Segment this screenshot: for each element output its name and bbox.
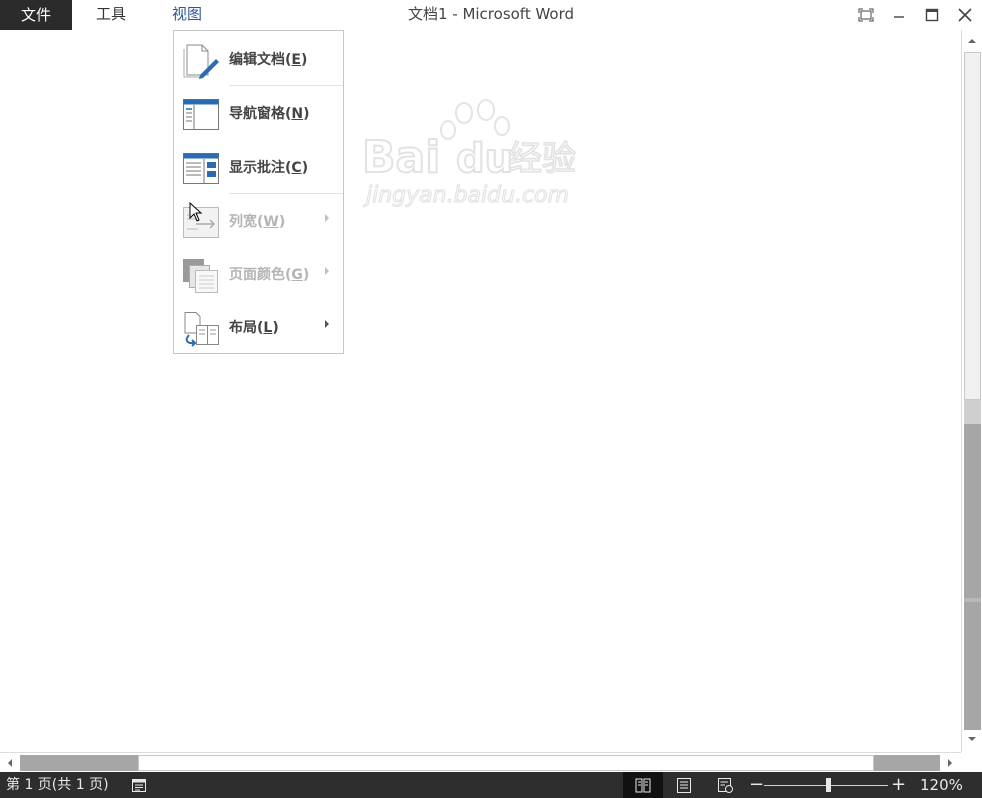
minimize-button[interactable] bbox=[888, 4, 910, 26]
zoom-out-button[interactable]: − bbox=[749, 772, 764, 798]
menu-separator bbox=[229, 193, 343, 194]
horizontal-scrollbar[interactable] bbox=[0, 752, 961, 772]
scroll-thumb[interactable] bbox=[138, 755, 874, 771]
web-layout-button[interactable] bbox=[705, 772, 745, 798]
maximize-icon bbox=[925, 8, 939, 22]
baidu-watermark-logo: Bai du 经验 jingyan.baidu.com bbox=[361, 99, 577, 209]
submenu-arrow-icon bbox=[325, 320, 329, 328]
zoom-in-button[interactable]: + bbox=[891, 772, 906, 798]
minimize-icon bbox=[894, 16, 904, 18]
read-mode-button[interactable] bbox=[623, 772, 663, 798]
menu-item-edit-document[interactable]: 编辑文档(E) bbox=[174, 34, 343, 84]
fullscreen-button[interactable] bbox=[855, 4, 877, 26]
status-bar: 第 1 页(共 1 页) − + 120% bbox=[0, 772, 982, 798]
scroll-track-segment bbox=[964, 598, 981, 602]
scroll-down-button[interactable] bbox=[963, 730, 981, 748]
navigation-pane-icon bbox=[183, 99, 219, 130]
mouse-cursor-icon bbox=[189, 202, 203, 222]
arrow-left-icon bbox=[8, 759, 12, 767]
print-layout-icon bbox=[677, 778, 691, 793]
submenu-arrow-icon bbox=[325, 267, 329, 275]
svg-text:经验: 经验 bbox=[508, 139, 576, 179]
view-menu-dropdown: 编辑文档(E) 导航窗格(N) 显示批注(C) 列宽(W) 页面颜色(G) 布局… bbox=[173, 30, 344, 354]
zoom-slider-thumb[interactable] bbox=[826, 778, 831, 792]
word-count-icon[interactable] bbox=[131, 777, 147, 793]
svg-text:du: du bbox=[456, 136, 513, 182]
menu-item-label: 编辑文档(E) bbox=[229, 52, 308, 68]
window-title: 文档1 - Microsoft Word bbox=[407, 5, 575, 23]
fullscreen-icon bbox=[858, 8, 874, 22]
submenu-arrow-icon bbox=[325, 214, 329, 222]
scroll-left-button[interactable] bbox=[1, 754, 19, 772]
edit-document-icon bbox=[183, 44, 219, 79]
svg-text:jingyan.baidu.com: jingyan.baidu.com bbox=[363, 183, 569, 208]
svg-text:Bai: Bai bbox=[362, 132, 440, 183]
page-count[interactable]: 第 1 页(共 1 页) bbox=[6, 772, 109, 798]
menu-item-layout[interactable]: 布局(L) bbox=[174, 302, 343, 352]
print-layout-button[interactable] bbox=[664, 772, 704, 798]
menu-item-show-comments[interactable]: 显示批注(C) bbox=[174, 142, 343, 192]
arrow-right-icon bbox=[948, 759, 952, 767]
menu-view[interactable]: 视图 bbox=[172, 0, 202, 30]
arrow-up-icon bbox=[968, 39, 976, 43]
web-layout-icon bbox=[718, 778, 733, 793]
menu-item-label: 布局(L) bbox=[229, 320, 279, 336]
menu-separator bbox=[229, 85, 343, 86]
maximize-button[interactable] bbox=[921, 4, 943, 26]
show-comments-icon bbox=[183, 153, 219, 184]
read-mode-icon bbox=[635, 778, 651, 793]
scroll-track-segment bbox=[964, 400, 981, 424]
zoom-level[interactable]: 120% bbox=[920, 772, 963, 798]
arrow-down-icon bbox=[968, 737, 976, 741]
scroll-up-button[interactable] bbox=[963, 32, 981, 50]
vertical-scrollbar[interactable] bbox=[961, 30, 982, 752]
menu-item-page-color[interactable]: 页面颜色(G) bbox=[174, 249, 343, 299]
menu-item-label: 显示批注(C) bbox=[229, 160, 309, 176]
menu-bar: 文件 工具 视图 文档1 - Microsoft Word bbox=[0, 0, 982, 30]
menu-item-navigation-pane[interactable]: 导航窗格(N) bbox=[174, 88, 343, 138]
menu-item-label: 导航窗格(N) bbox=[229, 106, 310, 122]
scrollbar-corner bbox=[961, 752, 982, 772]
word-window: 文件 工具 视图 文档1 - Microsoft Word Bai du 经验 … bbox=[0, 0, 982, 798]
layout-icon bbox=[184, 312, 219, 347]
menu-item-label: 页面颜色(G) bbox=[229, 267, 310, 283]
menu-tools[interactable]: 工具 bbox=[96, 0, 126, 30]
scroll-right-button[interactable] bbox=[941, 754, 959, 772]
menu-file[interactable]: 文件 bbox=[0, 0, 72, 30]
menu-item-label: 列宽(W) bbox=[229, 214, 286, 230]
close-icon bbox=[958, 8, 972, 22]
close-button[interactable] bbox=[954, 4, 976, 26]
scroll-thumb[interactable] bbox=[964, 52, 981, 400]
page-color-icon bbox=[183, 259, 218, 293]
